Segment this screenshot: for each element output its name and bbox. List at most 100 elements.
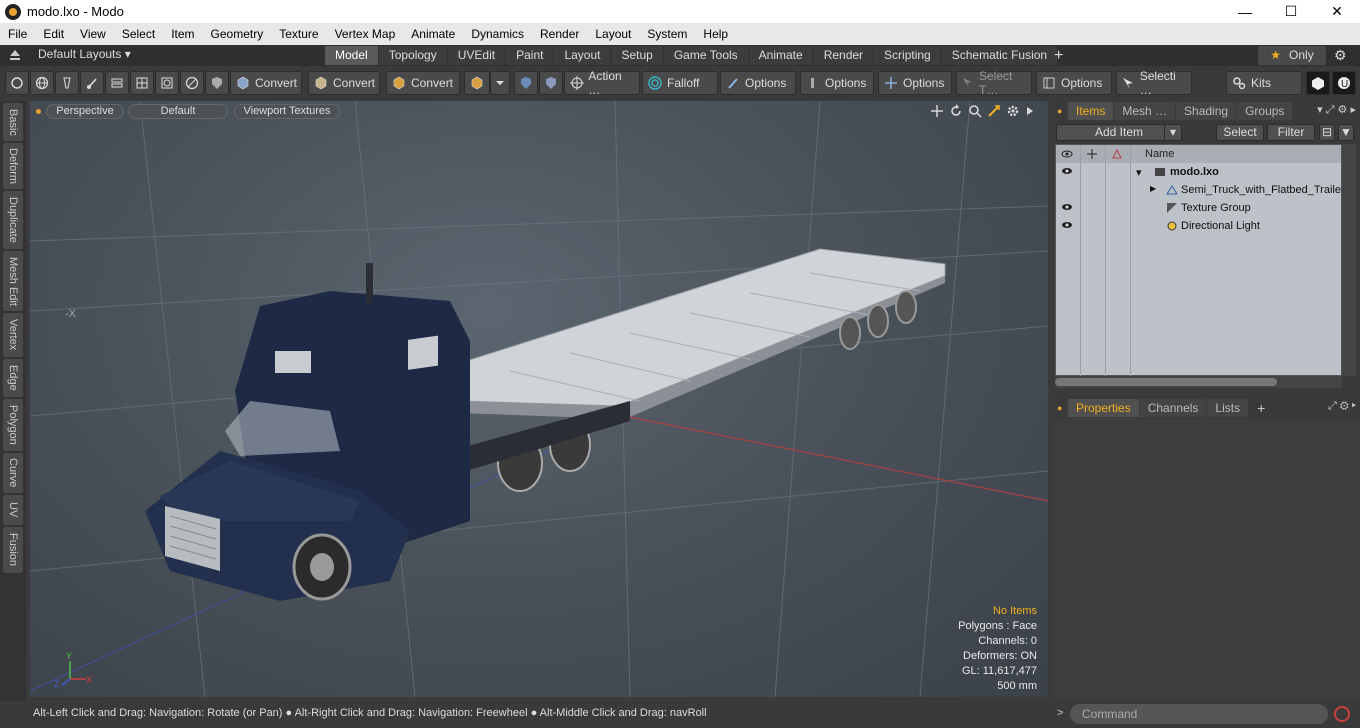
tab-animate[interactable]: Animate bbox=[748, 46, 813, 65]
polygon-mode-button[interactable] bbox=[155, 71, 179, 95]
vertex-mode-button[interactable] bbox=[5, 71, 29, 95]
expand-arrow-icon[interactable]: ▾ bbox=[1136, 166, 1147, 179]
add-item-dropdown[interactable]: ▾ bbox=[1164, 124, 1182, 141]
menu-layout[interactable]: Layout bbox=[587, 23, 639, 45]
filter-button[interactable]: Filter bbox=[1267, 124, 1315, 141]
menu-help[interactable]: Help bbox=[695, 23, 736, 45]
maximize-button[interactable]: ☐ bbox=[1268, 0, 1314, 23]
menu-file[interactable]: File bbox=[0, 23, 35, 45]
3d-viewport[interactable]: Perspective Default Viewport Textures -X… bbox=[30, 101, 1048, 697]
command-input[interactable]: Command bbox=[1070, 704, 1328, 724]
add-tab-button[interactable]: + bbox=[1249, 400, 1265, 416]
menu-select[interactable]: Select bbox=[114, 23, 163, 45]
tab-render[interactable]: Render bbox=[813, 46, 874, 65]
layout-switch-icon[interactable] bbox=[8, 48, 22, 62]
options-button-3[interactable]: Options bbox=[878, 71, 952, 95]
tab-items[interactable]: Items bbox=[1068, 102, 1114, 120]
kits-button[interactable]: Kits bbox=[1226, 71, 1302, 95]
material-mode-button[interactable] bbox=[205, 71, 229, 95]
eye-icon[interactable] bbox=[1061, 201, 1073, 213]
item-mode-button[interactable] bbox=[180, 71, 204, 95]
pen-button[interactable] bbox=[55, 71, 79, 95]
tab-uvedit[interactable]: UVEdit bbox=[447, 46, 506, 65]
menu-geometry[interactable]: Geometry bbox=[203, 23, 272, 45]
fit-icon[interactable] bbox=[987, 104, 1001, 118]
tab-model[interactable]: Model bbox=[325, 46, 378, 65]
tab-duplicate[interactable]: Duplicate bbox=[3, 191, 23, 249]
close-button[interactable]: ✕ bbox=[1314, 0, 1360, 23]
gear-icon[interactable] bbox=[1006, 104, 1020, 118]
tab-groups[interactable]: Groups bbox=[1237, 102, 1293, 120]
globe-button[interactable] bbox=[30, 71, 54, 95]
tab-edge[interactable]: Edge bbox=[3, 359, 23, 397]
rotate-icon[interactable] bbox=[949, 104, 963, 118]
panel-tab-icons[interactable]: ⤢ ⚙ ▸ bbox=[1328, 400, 1356, 413]
snapping-button[interactable] bbox=[539, 71, 563, 95]
options-button-4[interactable]: Options bbox=[1036, 71, 1112, 95]
tab-schematic-fusion[interactable]: Schematic Fusion bbox=[941, 46, 1058, 65]
item-row-scene[interactable]: ▾ modo.lxo bbox=[1056, 163, 1341, 181]
menu-texture[interactable]: Texture bbox=[271, 23, 326, 45]
tab-properties[interactable]: Properties bbox=[1068, 399, 1139, 417]
add-layout-tab-button[interactable]: + bbox=[1054, 46, 1063, 65]
menu-dynamics[interactable]: Dynamics bbox=[463, 23, 532, 45]
panel-menu-dot[interactable]: ● bbox=[1052, 403, 1068, 413]
tab-mesh[interactable]: Mesh … bbox=[1114, 102, 1176, 120]
panel-tab-icons[interactable]: ▾ ⤢ ⚙ ▸ bbox=[1317, 103, 1356, 117]
tab-lists[interactable]: Lists bbox=[1207, 399, 1249, 417]
menu-view[interactable]: View bbox=[72, 23, 114, 45]
tab-basic[interactable]: Basic bbox=[3, 103, 23, 141]
grid-button[interactable] bbox=[130, 71, 154, 95]
tab-uv[interactable]: UV bbox=[3, 495, 23, 525]
tab-curve[interactable]: Curve bbox=[3, 453, 23, 493]
viewport-textures-dropdown[interactable]: Viewport Textures bbox=[234, 104, 340, 119]
tab-polygon[interactable]: Polygon bbox=[3, 399, 23, 451]
zoom-icon[interactable] bbox=[968, 104, 982, 118]
menu-render[interactable]: Render bbox=[532, 23, 587, 45]
tab-setup[interactable]: Setup bbox=[611, 46, 663, 65]
items-horizontal-scrollbar[interactable] bbox=[1055, 376, 1342, 388]
tab-vertex[interactable]: Vertex bbox=[3, 313, 23, 357]
tab-layout[interactable]: Layout bbox=[554, 46, 611, 65]
item-row-directional-light[interactable]: Directional Light bbox=[1056, 217, 1341, 235]
tab-paint[interactable]: Paint bbox=[506, 46, 554, 65]
funnel-icon[interactable]: ▼ bbox=[1338, 124, 1354, 141]
select-button[interactable]: Select bbox=[1216, 124, 1264, 141]
tab-shading[interactable]: Shading bbox=[1176, 102, 1237, 120]
gear-icon[interactable]: ⚙ bbox=[1334, 46, 1347, 65]
options-button-1[interactable]: Options bbox=[720, 71, 796, 95]
expand-arrow-icon[interactable]: ▶ bbox=[1150, 184, 1161, 195]
menu-system[interactable]: System bbox=[639, 23, 695, 45]
select-through-button[interactable]: Select T… bbox=[956, 69, 1032, 97]
tab-topology[interactable]: Topology bbox=[378, 46, 447, 65]
menu-item[interactable]: Item bbox=[163, 23, 202, 45]
tab-mesh-edit[interactable]: Mesh Edit bbox=[3, 251, 23, 311]
eye-icon[interactable] bbox=[1061, 165, 1073, 177]
item-row-mesh[interactable]: ▶ Semi_Truck_with_Flatbed_Trailer bbox=[1056, 181, 1345, 199]
tab-fusion[interactable]: Fusion bbox=[3, 527, 23, 573]
options-button-2[interactable]: Options bbox=[800, 71, 874, 95]
eye-icon[interactable] bbox=[1061, 219, 1073, 231]
chevron-right-icon[interactable] bbox=[1025, 104, 1035, 118]
menu-vertex-map[interactable]: Vertex Map bbox=[327, 23, 404, 45]
viewport-menu-dot[interactable] bbox=[36, 109, 41, 114]
falloff-button[interactable]: Falloff bbox=[642, 71, 718, 95]
tab-deform[interactable]: Deform bbox=[3, 143, 23, 189]
panel-menu-dot[interactable]: ● bbox=[1052, 106, 1068, 116]
layers-button[interactable] bbox=[105, 71, 129, 95]
menu-edit[interactable]: Edit bbox=[35, 23, 72, 45]
tab-game-tools[interactable]: Game Tools bbox=[663, 46, 748, 65]
convert-button-2[interactable]: Convert bbox=[308, 71, 380, 95]
minimize-button[interactable]: — bbox=[1222, 0, 1268, 23]
menu-animate[interactable]: Animate bbox=[403, 23, 463, 45]
convert-button-1[interactable]: Convert bbox=[230, 71, 302, 95]
action-center-button[interactable]: Action … bbox=[564, 69, 640, 97]
tab-channels[interactable]: Channels bbox=[1139, 399, 1207, 417]
workplane-dropdown[interactable] bbox=[490, 71, 510, 95]
items-vertical-scrollbar[interactable] bbox=[1342, 144, 1356, 376]
only-toggle[interactable]: ★ Only bbox=[1258, 46, 1326, 65]
unity-button[interactable] bbox=[1306, 71, 1330, 95]
selection-sets-button[interactable]: Selecti … bbox=[1116, 69, 1192, 97]
view-type-dropdown[interactable]: Perspective bbox=[46, 104, 124, 119]
collapse-button[interactable]: ⊟ bbox=[1319, 124, 1335, 141]
